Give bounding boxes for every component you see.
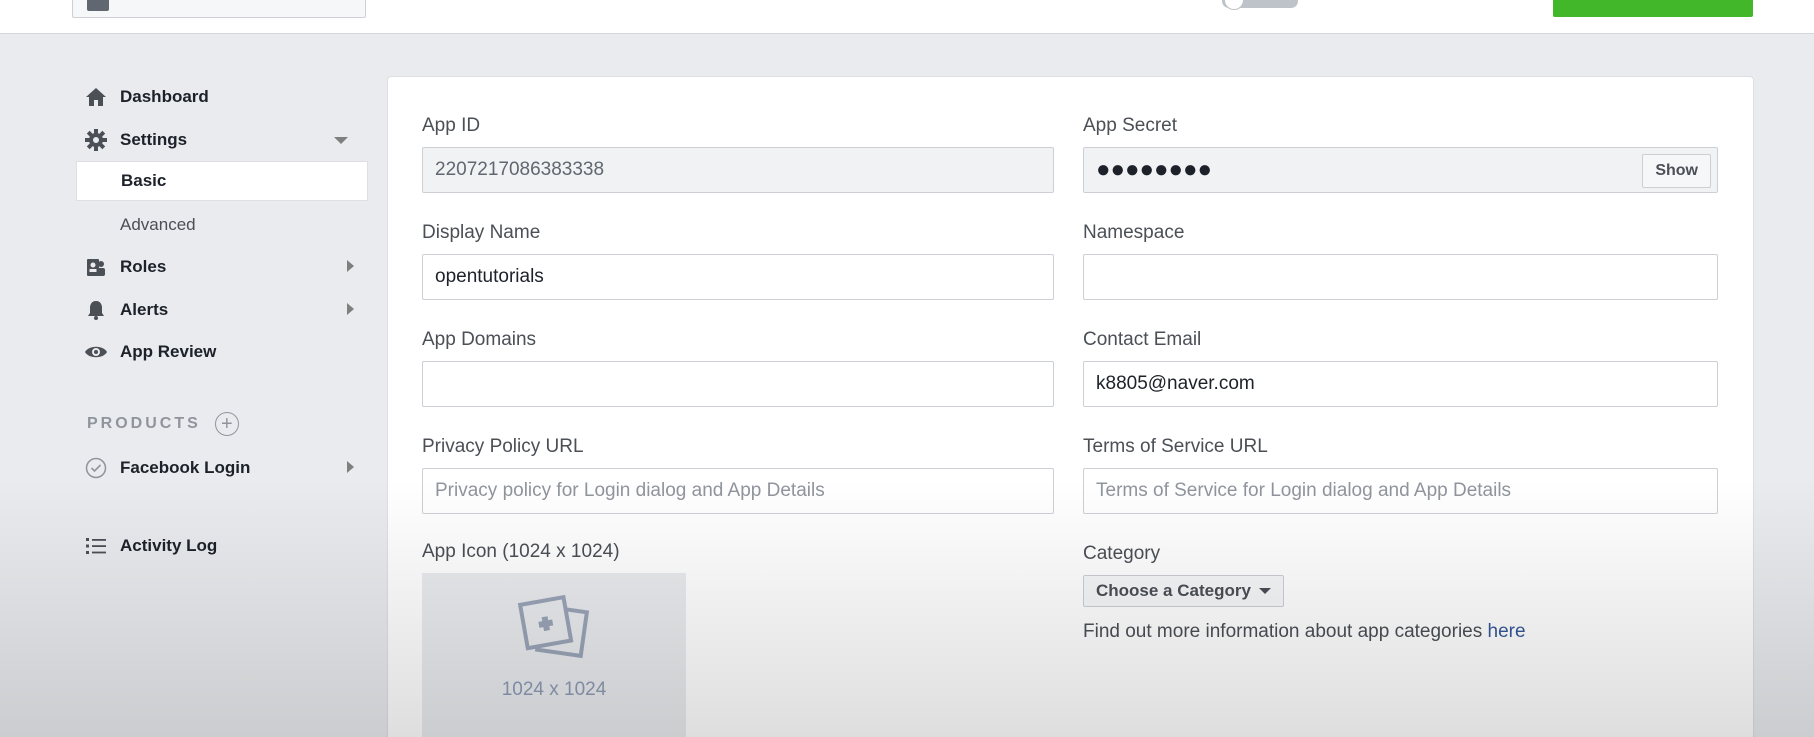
- sidebar-subitem-basic[interactable]: Basic: [76, 161, 368, 201]
- privacy-policy-field-group: Privacy Policy URL Privacy policy for Lo…: [422, 436, 1054, 514]
- chevron-right-icon: [347, 461, 354, 473]
- gear-icon: [84, 128, 108, 152]
- app-domains-label: App Domains: [422, 329, 537, 350]
- contact-email-field-group: Contact Email k8805@naver.com: [1083, 329, 1718, 407]
- app-switcher-dropdown[interactable]: [72, 0, 366, 18]
- contact-email-value: k8805@naver.com: [1096, 373, 1255, 394]
- sidebar-item-label: Alerts: [120, 300, 169, 319]
- app-secret-field-group: App Secret ●●●●●●●● Show: [1083, 115, 1718, 193]
- category-help-link[interactable]: here: [1488, 621, 1526, 642]
- app-secret-label: App Secret: [1083, 115, 1177, 136]
- app-domains-field-group: App Domains: [422, 329, 1054, 407]
- contact-email-label: Contact Email: [1083, 329, 1202, 350]
- sidebar-item-settings[interactable]: Settings: [84, 125, 364, 155]
- app-icon-size-text: 1024 x 1024: [501, 679, 607, 700]
- sidebar-item-dashboard[interactable]: Dashboard: [84, 82, 364, 112]
- app-mode-toggle[interactable]: [1222, 0, 1298, 10]
- app-domains-field[interactable]: [422, 361, 1054, 407]
- add-product-icon[interactable]: +: [214, 412, 239, 436]
- namespace-label: Namespace: [1083, 222, 1185, 243]
- namespace-field[interactable]: [1083, 254, 1718, 300]
- privacy-policy-label: Privacy Policy URL: [422, 436, 584, 457]
- terms-of-service-label: Terms of Service URL: [1083, 436, 1268, 457]
- sidebar-item-alerts[interactable]: Alerts: [84, 295, 364, 325]
- privacy-policy-url-field[interactable]: Privacy policy for Login dialog and App …: [422, 468, 1054, 514]
- app-icon-upload[interactable]: 1024 x 1024: [422, 573, 686, 737]
- products-heading: PRODUCTS: [87, 415, 201, 432]
- app-icon-label: App Icon (1024 x 1024): [422, 541, 620, 562]
- namespace-field-group: Namespace: [1083, 222, 1718, 300]
- choose-category-dropdown[interactable]: Choose a Category: [1083, 575, 1284, 607]
- display-name-field[interactable]: opentutorials: [422, 254, 1054, 300]
- app-secret-masked-value: ●●●●●●●●: [1096, 156, 1212, 183]
- sidebar-item-label: Facebook Login: [120, 458, 251, 477]
- sidebar-item-activity-log[interactable]: Activity Log: [84, 531, 364, 561]
- terms-of-service-placeholder: Terms of Service for Login dialog and Ap…: [1096, 480, 1512, 501]
- sidebar-subitem-advanced[interactable]: Advanced: [76, 205, 368, 245]
- category-help: Find out more information about app cate…: [1083, 621, 1718, 643]
- sidebar-item-facebook-login[interactable]: Facebook Login: [84, 453, 364, 483]
- app-id-value: 2207217086383338: [435, 159, 605, 180]
- check-circle-icon: [84, 456, 108, 480]
- app-icon: [87, 0, 109, 11]
- roles-icon: [84, 255, 108, 279]
- category-label: Category: [1083, 543, 1161, 564]
- sidebar: Dashboard Settings Basic Advanced Roles …: [0, 34, 380, 737]
- terms-of-service-url-field[interactable]: Terms of Service for Login dialog and Ap…: [1083, 468, 1718, 514]
- choose-category-label: Choose a Category: [1096, 581, 1251, 600]
- privacy-policy-placeholder: Privacy policy for Login dialog and App …: [435, 480, 825, 501]
- display-name-field-group: Display Name opentutorials: [422, 222, 1054, 300]
- category-help-text: Find out more information about app cate…: [1083, 621, 1488, 642]
- sidebar-item-label: Settings: [120, 130, 188, 149]
- sidebar-item-app-review[interactable]: App Review: [84, 337, 364, 367]
- contact-email-field[interactable]: k8805@naver.com: [1083, 361, 1718, 407]
- display-name-label: Display Name: [422, 222, 541, 243]
- bell-icon: [84, 298, 108, 322]
- app-icon-field-group: App Icon (1024 x 1024) 1024 x 1024: [422, 541, 1054, 737]
- chevron-down-icon: [1258, 588, 1271, 594]
- chevron-right-icon: [347, 303, 354, 315]
- category-field-group: Category Choose a Category Find out more…: [1083, 543, 1718, 643]
- image-upload-icon: [517, 595, 590, 659]
- app-id-field-group: App ID 2207217086383338: [422, 115, 1054, 193]
- top-bar: [0, 0, 1814, 34]
- products-section-header: PRODUCTS +: [87, 412, 239, 436]
- sidebar-subitem-label: Basic: [121, 171, 167, 190]
- sidebar-item-label: Activity Log: [120, 536, 218, 555]
- eye-icon: [84, 340, 108, 364]
- app-id-label: App ID: [422, 115, 481, 136]
- sidebar-subitem-label: Advanced: [120, 215, 196, 234]
- home-icon: [84, 85, 108, 109]
- terms-of-service-field-group: Terms of Service URL Terms of Service fo…: [1083, 436, 1718, 514]
- chevron-down-icon: [334, 137, 348, 144]
- top-action-button[interactable]: [1553, 0, 1753, 17]
- list-icon: [84, 534, 108, 558]
- app-secret-field[interactable]: ●●●●●●●● Show: [1083, 147, 1718, 193]
- toggle-knob: [1224, 0, 1244, 10]
- app-id-field[interactable]: 2207217086383338: [422, 147, 1054, 193]
- sidebar-item-roles[interactable]: Roles: [84, 252, 364, 282]
- sidebar-item-label: Roles: [120, 257, 167, 276]
- show-secret-button[interactable]: Show: [1642, 154, 1711, 188]
- chevron-right-icon: [347, 260, 354, 272]
- sidebar-item-label: App Review: [120, 342, 217, 361]
- sidebar-item-label: Dashboard: [120, 87, 209, 106]
- display-name-value: opentutorials: [435, 266, 544, 287]
- basic-settings-card: App ID 2207217086383338 App Secret ●●●●●…: [387, 76, 1754, 737]
